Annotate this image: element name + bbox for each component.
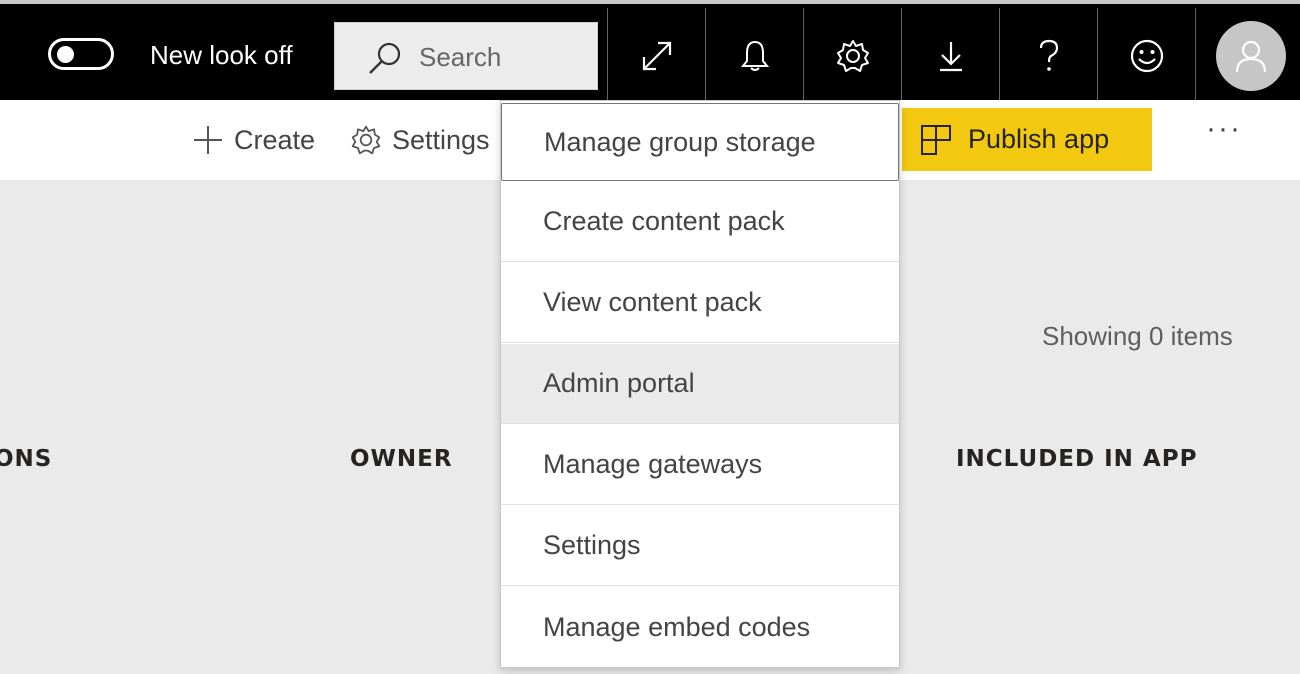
download-icon	[939, 42, 962, 72]
download-button[interactable]	[901, 8, 999, 104]
settings-label: Settings	[392, 124, 490, 155]
avatar[interactable]	[1216, 21, 1286, 91]
item-count: Showing 0 items	[1042, 321, 1233, 351]
smiley-icon	[1130, 39, 1163, 73]
top-bar: New look off Search	[0, 0, 1300, 104]
plus-icon	[194, 126, 222, 154]
menu-item-manage-gateways[interactable]: Manage gateways	[501, 425, 899, 505]
workspace-settings-button[interactable]: Settings	[350, 124, 490, 156]
search-icon	[369, 42, 401, 74]
more-options-button[interactable]: ···	[1206, 112, 1242, 146]
menu-item-manage-group-storage[interactable]: Manage group storage	[501, 103, 899, 181]
column-header-actions[interactable]: ONS	[0, 446, 52, 472]
settings-button[interactable]	[803, 8, 901, 104]
expand-icon	[642, 41, 671, 71]
menu-item-settings[interactable]: Settings	[501, 506, 899, 586]
create-label: Create	[234, 124, 316, 155]
menu-item-admin-portal[interactable]: Admin portal	[501, 344, 899, 424]
feedback-button[interactable]	[1097, 8, 1195, 104]
publish-app-button[interactable]: Publish app	[902, 108, 1152, 171]
gear-icon	[351, 125, 381, 155]
user-icon	[1235, 40, 1267, 73]
menu-item-create-content-pack[interactable]: Create content pack	[501, 182, 899, 262]
help-icon	[1039, 39, 1058, 71]
help-button[interactable]	[999, 8, 1097, 104]
create-button[interactable]: Create	[192, 124, 315, 156]
search-box[interactable]: Search	[334, 22, 598, 90]
new-look-toggle[interactable]	[48, 38, 114, 70]
app-grid-icon	[921, 124, 951, 155]
notifications-button[interactable]	[705, 8, 803, 104]
more-options-menu: Manage group storage Create content pack…	[500, 100, 900, 668]
column-header-owner[interactable]: OWNER	[350, 446, 453, 472]
bell-icon	[740, 40, 769, 71]
gear-icon	[836, 40, 869, 72]
expand-button[interactable]	[607, 8, 705, 104]
new-look-label: New look off	[150, 40, 293, 70]
search-placeholder: Search	[419, 42, 502, 72]
publish-app-label: Publish app	[968, 124, 1110, 154]
menu-item-manage-embed-codes[interactable]: Manage embed codes	[501, 587, 899, 667]
toggle-knob	[57, 46, 74, 63]
menu-item-view-content-pack[interactable]: View content pack	[501, 263, 899, 343]
column-header-included-in-app[interactable]: INCLUDED IN APP	[956, 446, 1197, 472]
